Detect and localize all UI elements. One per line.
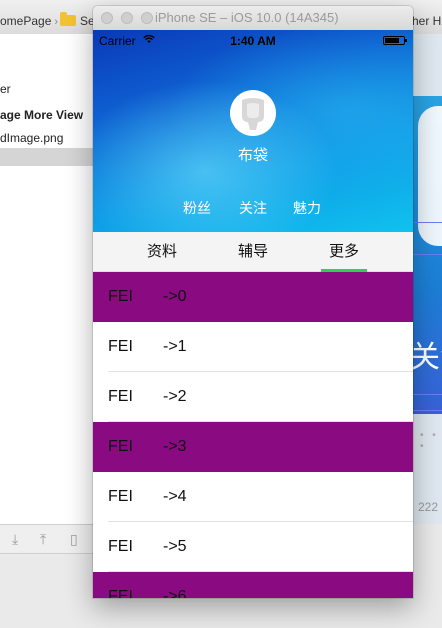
simulator-window: iPhone SE – iOS 10.0 (14A345) Carrier 1:… (93, 6, 413, 598)
table-row[interactable]: FEI ->6 (93, 572, 413, 598)
breadcrumb-label: her H (412, 14, 442, 28)
canvas-guide-line (410, 254, 442, 255)
project-navigator: er age More View dImage.png (0, 34, 97, 524)
row-index: ->6 (163, 588, 187, 598)
stat-following[interactable]: 关注 (239, 198, 267, 218)
close-button[interactable] (101, 12, 113, 24)
stat-fans[interactable]: 粉丝 (183, 198, 211, 218)
canvas-guide-line (410, 222, 442, 223)
battery-icon (383, 36, 407, 45)
user-placeholder-icon (232, 92, 274, 134)
navigator-item[interactable]: age More View (0, 106, 96, 124)
stat-charm[interactable]: 魅力 (293, 198, 321, 218)
row-name: FEI (108, 388, 133, 405)
row-name: FEI (108, 588, 133, 598)
navigator-item[interactable]: er (0, 80, 96, 98)
folder-icon (60, 12, 76, 26)
row-index: ->0 (163, 288, 187, 305)
status-bar: Carrier 1:40 AM (93, 30, 413, 50)
canvas-size-readout: 222 (418, 500, 439, 514)
navigator-filter-bar: ⤓ ⤒ ▯ (0, 524, 96, 554)
row-name: FEI (108, 338, 133, 355)
tab-profile[interactable]: 资料 (132, 232, 192, 272)
segment-tabbar: 资料 辅导 更多 (93, 232, 413, 272)
table-row[interactable]: FEI ->0 (93, 272, 413, 322)
device-screen: Carrier 1:40 AM 布袋 粉丝 关注 魅力 资料 辅导 更多 FEI… (93, 30, 413, 598)
canvas-page-dots: • • • (420, 430, 439, 452)
zoom-button[interactable] (141, 12, 153, 24)
breadcrumb-folder[interactable]: Se (60, 0, 95, 34)
table-view[interactable]: FEI ->0 FEI ->1 FEI ->2 FEI ->3 FEI ->4 FEI ->5 FEI -… (93, 272, 413, 598)
table-row[interactable]: FEI ->4 (93, 472, 413, 522)
table-row[interactable]: FEI ->2 (93, 372, 413, 422)
canvas-guide-line (410, 410, 442, 411)
table-row[interactable]: FEI ->5 (93, 522, 413, 572)
breadcrumb-item[interactable]: omePage › (0, 0, 61, 34)
row-index: ->1 (163, 338, 187, 355)
navigator-item[interactable]: dImage.png (0, 129, 96, 147)
breadcrumb-label: omePage (0, 14, 52, 28)
canvas-label-preview: 关注 (410, 341, 442, 374)
upload-icon[interactable]: ⤒ (40, 531, 46, 548)
row-name: FEI (108, 538, 133, 555)
download-icon[interactable]: ⤓ (12, 531, 18, 548)
table-row[interactable]: FEI ->1 (93, 322, 413, 372)
row-name: FEI (108, 438, 133, 455)
row-index: ->3 (163, 438, 187, 455)
tab-more[interactable]: 更多 (314, 232, 374, 272)
device-icon[interactable]: ▯ (70, 531, 78, 548)
breadcrumb-item[interactable]: her H (412, 0, 441, 34)
simulator-titlebar[interactable]: iPhone SE – iOS 10.0 (14A345) (93, 6, 413, 31)
desktop: omePage › Se her H er age More View dImag… (0, 0, 442, 628)
navigator-item-selected[interactable] (0, 148, 96, 166)
row-index: ->4 (163, 488, 187, 505)
navigator-item-label: er (0, 82, 11, 96)
navigator-item-label: dImage.png (0, 131, 64, 145)
simulator-title: iPhone SE – iOS 10.0 (14A345) (155, 10, 339, 25)
row-name: FEI (108, 288, 133, 305)
profile-header: Carrier 1:40 AM 布袋 粉丝 关注 魅力 (93, 30, 413, 232)
canvas-avatar-preview (418, 106, 442, 246)
status-time: 1:40 AM (230, 34, 276, 48)
avatar[interactable] (230, 90, 276, 136)
row-index: ->5 (163, 538, 187, 555)
tab-tutoring[interactable]: 辅导 (223, 232, 283, 272)
navigator-item-label: age More View (0, 108, 84, 122)
table-row[interactable]: FEI ->3 (93, 422, 413, 472)
minimize-button[interactable] (121, 12, 133, 24)
row-name: FEI (108, 488, 133, 505)
row-index: ->2 (163, 388, 187, 405)
canvas-guide-line (410, 394, 442, 395)
profile-stats: 粉丝 关注 魅力 (93, 198, 413, 218)
profile-name: 布袋 (237, 147, 268, 164)
